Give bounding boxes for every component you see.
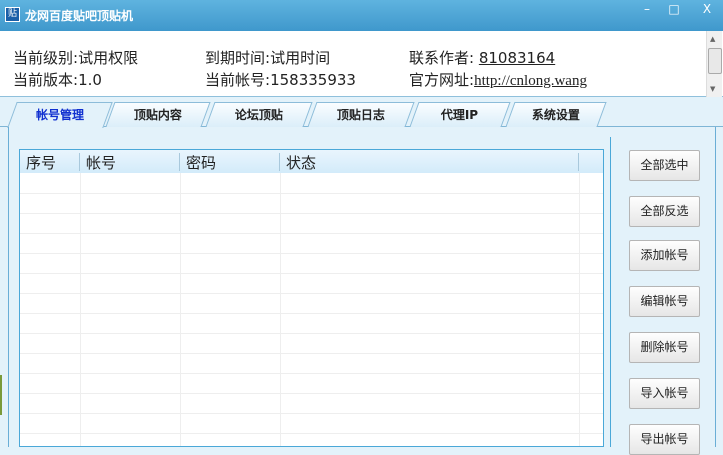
- table-header: 序号 帐号 密码 状态: [20, 150, 603, 173]
- window-title: 龙网百度贴吧顶贴机: [25, 9, 134, 23]
- tab-label: 论坛顶贴: [234, 108, 283, 122]
- tab-label: 系统设置: [531, 108, 580, 122]
- tab-post-log[interactable]: 顶贴日志: [307, 102, 415, 127]
- version-info: 当前版本:1.0: [13, 69, 102, 90]
- table-column-line: [579, 173, 580, 446]
- site-link[interactable]: http://cnlong.wang: [474, 73, 587, 89]
- scroll-up-icon[interactable]: ▲: [710, 35, 715, 43]
- info-scrollbar[interactable]: ▲ ▼: [706, 31, 722, 97]
- table-row-line: [20, 413, 603, 414]
- tab-post-content[interactable]: 顶贴内容: [105, 102, 211, 127]
- table-row-line: [20, 293, 603, 294]
- account-label: 当前帐号:: [205, 71, 271, 89]
- site-info: 官方网址:http://cnlong.wang: [409, 69, 587, 90]
- table-row-line: [20, 393, 603, 394]
- level-info: 当前级别:试用权限: [13, 47, 138, 68]
- column-header-status[interactable]: 状态: [286, 152, 316, 173]
- export-accounts-button[interactable]: 导出帐号: [629, 424, 700, 455]
- level-label: 当前级别:: [13, 49, 79, 67]
- version-value: 1.0: [78, 71, 102, 89]
- table-column-line: [180, 173, 181, 446]
- table-row-line: [20, 433, 603, 434]
- edit-account-button[interactable]: 编辑帐号: [629, 286, 700, 317]
- table-row-line: [20, 373, 603, 374]
- close-button[interactable]: X: [693, 0, 721, 20]
- tab-label: 代理IP: [441, 108, 479, 122]
- contact-info: 联系作者: 81083164: [409, 47, 555, 68]
- account-value: 158335933: [270, 71, 356, 89]
- import-accounts-button[interactable]: 导入帐号: [629, 378, 700, 409]
- maximize-button[interactable]: □: [660, 0, 688, 20]
- tab-label: 顶贴日志: [336, 108, 385, 122]
- tab-label: 顶贴内容: [133, 108, 182, 122]
- table-row-line: [20, 273, 603, 274]
- tab-proxy-ip[interactable]: 代理IP: [409, 102, 511, 127]
- action-panel: 全部选中 全部反选 添加帐号 编辑帐号 删除帐号 导入帐号 导出帐号: [610, 137, 716, 455]
- column-divider[interactable]: [279, 153, 280, 171]
- minimize-button[interactable]: –: [633, 0, 661, 20]
- tab-label: 帐号管理: [35, 108, 84, 122]
- tab-bar: 帐号管理 顶贴内容 论坛顶贴 顶贴日志 代理IP 系统设置: [0, 100, 723, 128]
- background-edge: [0, 375, 2, 415]
- table-row-line: [20, 313, 603, 314]
- column-divider[interactable]: [179, 153, 180, 171]
- column-divider[interactable]: [578, 153, 579, 171]
- table-row-line: [20, 213, 603, 214]
- column-header-account[interactable]: 帐号: [86, 152, 116, 173]
- tab-forum-post[interactable]: 论坛顶贴: [205, 102, 313, 127]
- table-row-line: [20, 193, 603, 194]
- version-label: 当前版本:: [13, 71, 79, 89]
- column-divider[interactable]: [79, 153, 80, 171]
- tab-system-settings[interactable]: 系统设置: [505, 102, 607, 127]
- info-panel: 当前级别:试用权限 到期时间:试用时间 联系作者: 81083164 当前版本:…: [0, 31, 723, 97]
- table-column-line: [280, 173, 281, 446]
- table-row-line: [20, 333, 603, 334]
- expire-info: 到期时间:试用时间: [205, 47, 330, 68]
- contact-link[interactable]: 81083164: [479, 49, 555, 67]
- table-row-line: [20, 353, 603, 354]
- scroll-thumb[interactable]: [708, 48, 722, 74]
- app-logo-icon: 贴: [5, 7, 20, 22]
- delete-account-button[interactable]: 删除帐号: [629, 332, 700, 363]
- site-label: 官方网址:: [409, 71, 475, 89]
- account-info: 当前帐号:158335933: [205, 69, 356, 90]
- title-bar[interactable]: 贴 龙网百度贴吧顶贴机 – □ X: [0, 0, 723, 31]
- contact-label: 联系作者:: [409, 49, 475, 67]
- expire-label: 到期时间:: [205, 49, 271, 67]
- invert-selection-button[interactable]: 全部反选: [629, 196, 700, 227]
- column-header-password[interactable]: 密码: [186, 152, 216, 173]
- expire-value: 试用时间: [270, 49, 331, 67]
- select-all-button[interactable]: 全部选中: [629, 150, 700, 181]
- level-value: 试用权限: [78, 49, 139, 67]
- account-table[interactable]: 序号 帐号 密码 状态: [19, 149, 604, 447]
- table-row-line: [20, 233, 603, 234]
- add-account-button[interactable]: 添加帐号: [629, 240, 700, 271]
- tab-account-management[interactable]: 帐号管理: [7, 102, 113, 128]
- table-column-line: [80, 173, 81, 446]
- column-header-index[interactable]: 序号: [26, 152, 56, 173]
- table-row-line: [20, 253, 603, 254]
- scroll-down-icon[interactable]: ▼: [710, 85, 715, 93]
